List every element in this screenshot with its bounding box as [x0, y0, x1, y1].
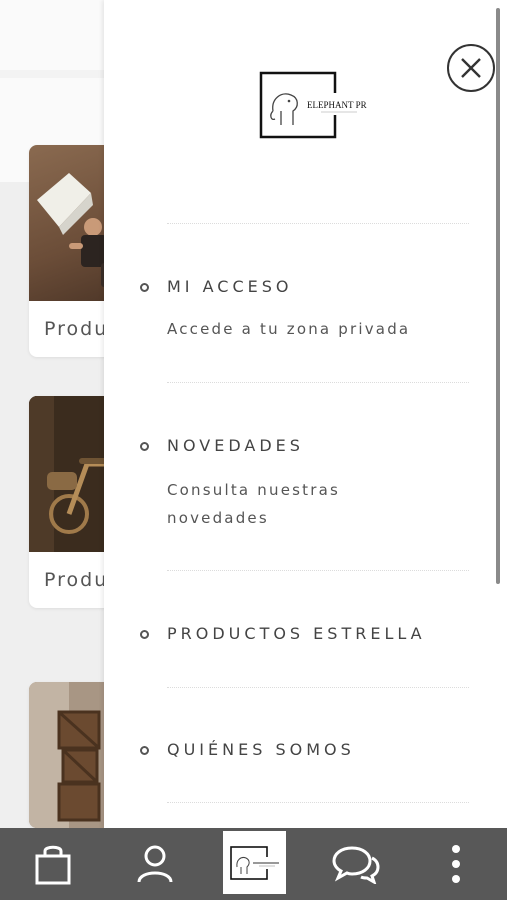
elephant-props-logo[interactable]: ELEPHANT PROPS — [259, 71, 383, 139]
background-header-bar — [0, 70, 110, 78]
cart-button[interactable] — [22, 828, 84, 900]
menu-divider — [167, 802, 469, 803]
shopping-bag-icon — [35, 845, 71, 885]
menu-item-quienes-somos[interactable]: QUIÉNES SOMOS — [140, 740, 480, 764]
bullet-icon — [140, 630, 149, 639]
bottom-nav-bar — [0, 828, 507, 900]
more-vertical-icon — [452, 845, 460, 883]
bullet-icon — [140, 283, 149, 292]
menu-item-mi-acceso[interactable]: MI ACCESO Accede a tu zona privada — [140, 277, 480, 347]
menu-item-productos-estrella[interactable]: PRODUCTOS ESTRELLA — [140, 624, 480, 648]
close-button[interactable] — [447, 44, 495, 92]
more-button[interactable] — [434, 828, 478, 900]
chat-button[interactable] — [326, 828, 386, 900]
svg-text:ELEPHANT PROPS: ELEPHANT PROPS — [307, 100, 367, 110]
menu-item-novedades[interactable]: NOVEDADES Consulta nuestras novedades — [140, 436, 480, 536]
chat-icon — [332, 846, 380, 884]
bullet-icon — [140, 746, 149, 755]
menu-divider — [167, 687, 469, 688]
bullet-icon — [140, 442, 149, 451]
home-logo-button[interactable] — [223, 831, 286, 894]
menu-divider — [167, 223, 469, 224]
drawer-scrollbar[interactable] — [496, 8, 500, 584]
menu-item-title: MI ACCESO — [167, 277, 293, 296]
elephant-props-logo-small — [229, 845, 281, 880]
menu-item-subtitle: Accede a tu zona privada — [167, 320, 411, 338]
menu-item-title: PRODUCTOS ESTRELLA — [167, 624, 426, 643]
menu-item-title: NOVEDADES — [167, 436, 304, 455]
menu-item-title: QUIÉNES SOMOS — [167, 740, 355, 759]
menu-divider — [167, 382, 469, 383]
menu-divider — [167, 570, 469, 571]
menu-item-subtitle: Consulta nuestras novedades — [167, 481, 341, 527]
account-button[interactable] — [124, 828, 186, 900]
user-icon — [137, 845, 173, 883]
close-icon — [461, 58, 481, 78]
